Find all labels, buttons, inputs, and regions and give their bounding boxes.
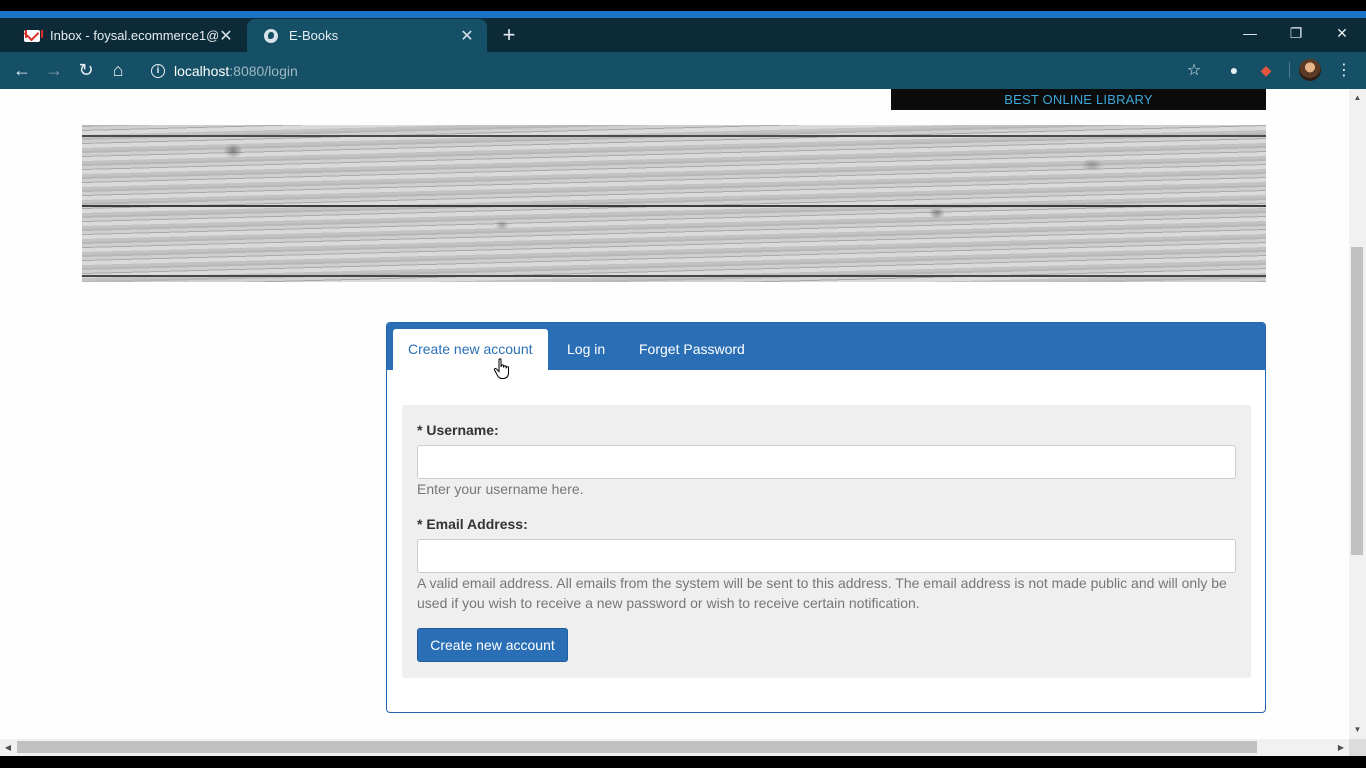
bottom-bezel [0,756,1366,768]
vertical-scroll-thumb[interactable] [1351,247,1363,555]
top-bezel [0,0,1366,11]
browser-toolbar: ← → ↻ ⌂ i localhost:8080/login ☆ ● ◆ ⋮ [0,52,1366,89]
info-icon[interactable]: i [151,63,165,78]
window-close-button[interactable]: ✕ [1319,18,1365,48]
registration-form: * Username: Enter your username here. * … [402,405,1251,678]
close-icon[interactable]: ✕ [459,26,475,46]
scrollbar-corner [1349,739,1366,756]
screen: Inbox - foysal.ecommerce1@gm... ✕ E-Book… [0,0,1366,768]
username-input[interactable] [417,445,1236,479]
restore-button[interactable]: ❐ [1273,18,1319,48]
tab-create-account[interactable]: Create new account [393,329,548,370]
scroll-right-icon[interactable]: ▶ [1333,739,1349,756]
address-bar[interactable]: i localhost:8080/login [142,56,1222,85]
back-button[interactable]: ← [7,52,37,89]
panel-tabs: Create new account Log in Forget Passwor… [387,323,1265,370]
url-path: :8080/login [229,62,298,79]
new-tab-button[interactable]: + [498,18,520,52]
top-accent-strip [0,11,1366,18]
tab-forget-password[interactable]: Forget Password [624,329,760,370]
tab-title: Inbox - foysal.ecommerce1@gm... [50,28,218,43]
page-viewport: BEST ONLINE LIBRARY Create new account L… [0,89,1349,739]
horizontal-scrollbar[interactable]: ◀ ▶ [0,739,1349,756]
create-account-button[interactable]: Create new account [417,628,568,662]
browser-tab-ebooks[interactable]: E-Books ✕ [247,19,487,52]
wood-banner-image [82,125,1266,282]
email-help: A valid email address. All emails from t… [417,575,1227,611]
extension-red-icon[interactable]: ◆ [1252,52,1280,89]
scroll-down-icon[interactable]: ▼ [1349,723,1366,737]
minimize-button[interactable]: — [1227,18,1273,48]
toolbar-separator [1289,62,1290,78]
url-host: localhost [174,62,230,79]
menu-icon[interactable]: ⋮ [1330,52,1358,89]
profile-avatar[interactable] [1299,59,1321,81]
scroll-up-icon[interactable]: ▲ [1349,91,1366,105]
email-label: * Email Address: [417,516,528,532]
account-panel: Create new account Log in Forget Passwor… [386,322,1266,713]
library-label: BEST ONLINE LIBRARY [891,89,1266,110]
scroll-left-icon[interactable]: ◀ [0,739,16,756]
gmail-icon [24,28,43,44]
close-icon[interactable]: ✕ [218,26,234,46]
horizontal-scroll-thumb[interactable] [17,741,1257,753]
browser-tab-strip: Inbox - foysal.ecommerce1@gm... ✕ E-Book… [0,18,1366,52]
hand-cursor-icon [493,358,509,379]
vertical-scrollbar[interactable]: ▲ ▼ [1349,89,1366,739]
home-button[interactable]: ⌂ [103,52,133,89]
extension-icon[interactable]: ● [1220,52,1248,89]
username-help: Enter your username here. [417,481,584,497]
bookmark-star-icon[interactable]: ☆ [1180,52,1208,89]
email-input[interactable] [417,539,1236,573]
forward-button[interactable]: → [39,52,69,89]
globe-icon [263,28,279,44]
browser-tab-inbox[interactable]: Inbox - foysal.ecommerce1@gm... ✕ [8,19,246,52]
reload-button[interactable]: ↻ [71,52,101,89]
tab-title: E-Books [289,28,339,43]
username-label: * Username: [417,422,499,438]
tab-login[interactable]: Log in [552,329,620,370]
